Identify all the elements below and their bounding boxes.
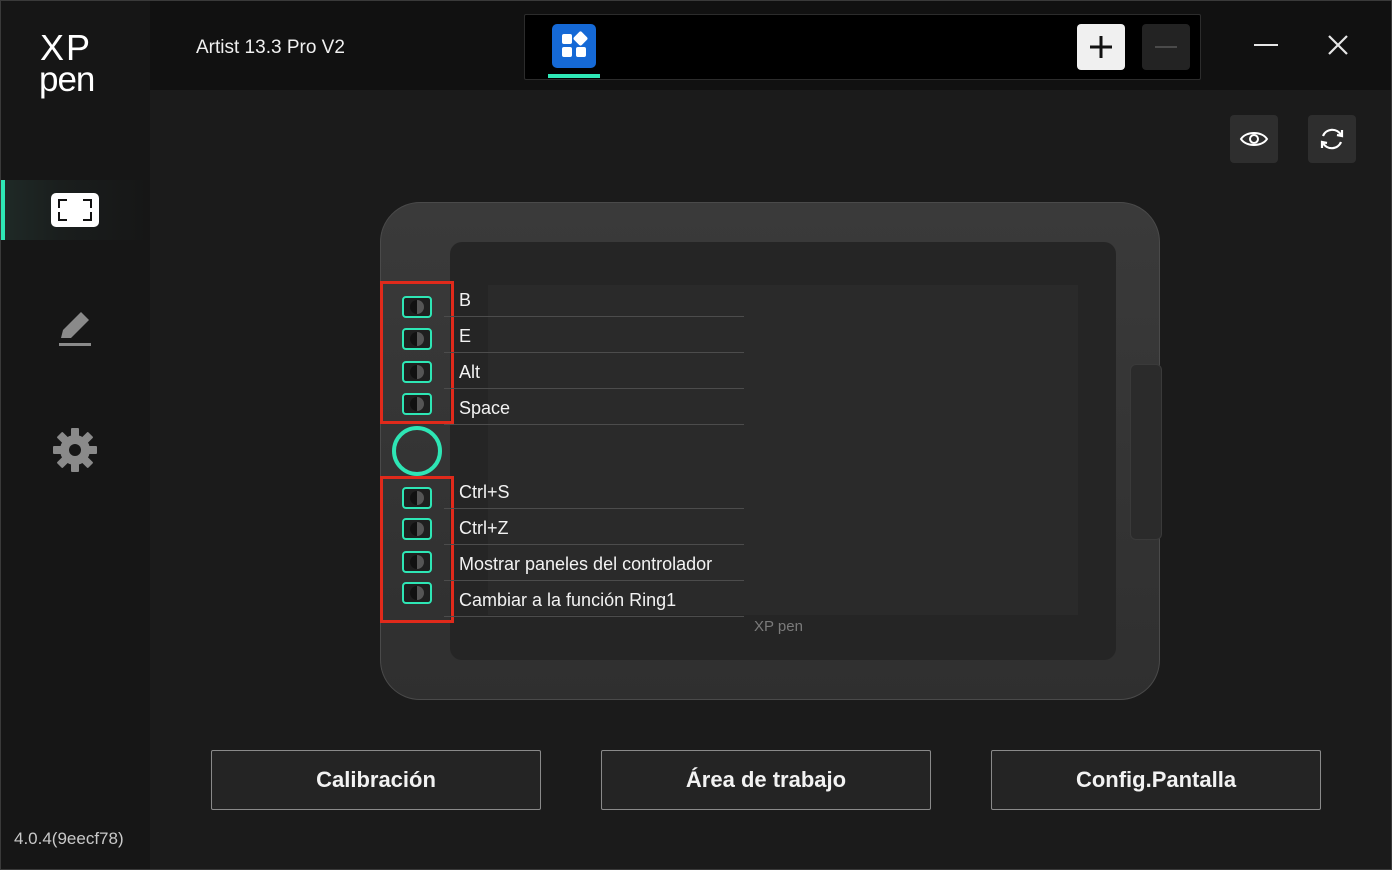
express-key-1[interactable] (402, 296, 432, 318)
sidebar-item-pen[interactable] (0, 298, 150, 358)
express-key-label[interactable]: B (444, 283, 744, 317)
pen-icon (59, 312, 91, 346)
device-name: Artist 13.3 Pro V2 (196, 37, 345, 58)
express-key-label[interactable]: Ctrl+S (444, 475, 744, 509)
sidebar-item-display[interactable] (0, 180, 150, 240)
close-button[interactable] (1318, 26, 1358, 66)
express-key-4[interactable] (402, 393, 432, 415)
active-tab-indicator (548, 74, 600, 78)
plus-icon (1090, 36, 1112, 58)
express-key-5[interactable] (402, 487, 432, 509)
minus-icon (1155, 46, 1177, 48)
gear-icon (53, 428, 97, 472)
work-area-button[interactable]: Área de trabajo (601, 750, 931, 810)
express-key-label[interactable]: Alt (444, 355, 744, 389)
tab-all-apps[interactable] (548, 22, 600, 78)
remove-app-button[interactable] (1142, 24, 1190, 70)
express-key-label[interactable]: E (444, 319, 744, 353)
tablet-side-grip (1130, 364, 1162, 540)
express-key-8[interactable] (402, 582, 432, 604)
express-key-7[interactable] (402, 551, 432, 573)
minimize-button[interactable] (1246, 26, 1286, 66)
express-key-label[interactable]: Mostrar paneles del controlador (444, 547, 744, 581)
xppen-logo: XP pen (39, 27, 95, 99)
refresh-icon (1320, 128, 1344, 150)
rotate-button[interactable] (1308, 115, 1356, 163)
app-grid-icon (552, 24, 596, 68)
calibration-button[interactable]: Calibración (211, 750, 541, 810)
express-key-2[interactable] (402, 328, 432, 350)
eye-icon (1239, 132, 1269, 146)
minimize-icon (1254, 44, 1278, 46)
version-label: 4.0.4(9eecf78) (14, 829, 124, 848)
sidebar-item-settings[interactable] (0, 420, 150, 480)
add-app-button[interactable] (1077, 24, 1125, 70)
dial-ring[interactable] (392, 426, 442, 476)
express-key-3[interactable] (402, 361, 432, 383)
close-icon (1328, 35, 1348, 55)
tablet-brand-logo: XP pen (754, 618, 803, 635)
preview-button[interactable] (1230, 115, 1278, 163)
sidebar: XP pen 4.0.4(9eecf78) (0, 0, 150, 870)
express-key-label[interactable]: Ctrl+Z (444, 511, 744, 545)
display-config-button[interactable]: Config.Pantalla (991, 750, 1321, 810)
express-key-6[interactable] (402, 518, 432, 540)
express-key-label[interactable]: Cambiar a la función Ring1 (444, 583, 744, 617)
display-area-icon (51, 193, 99, 227)
express-key-label[interactable]: Space (444, 391, 744, 425)
